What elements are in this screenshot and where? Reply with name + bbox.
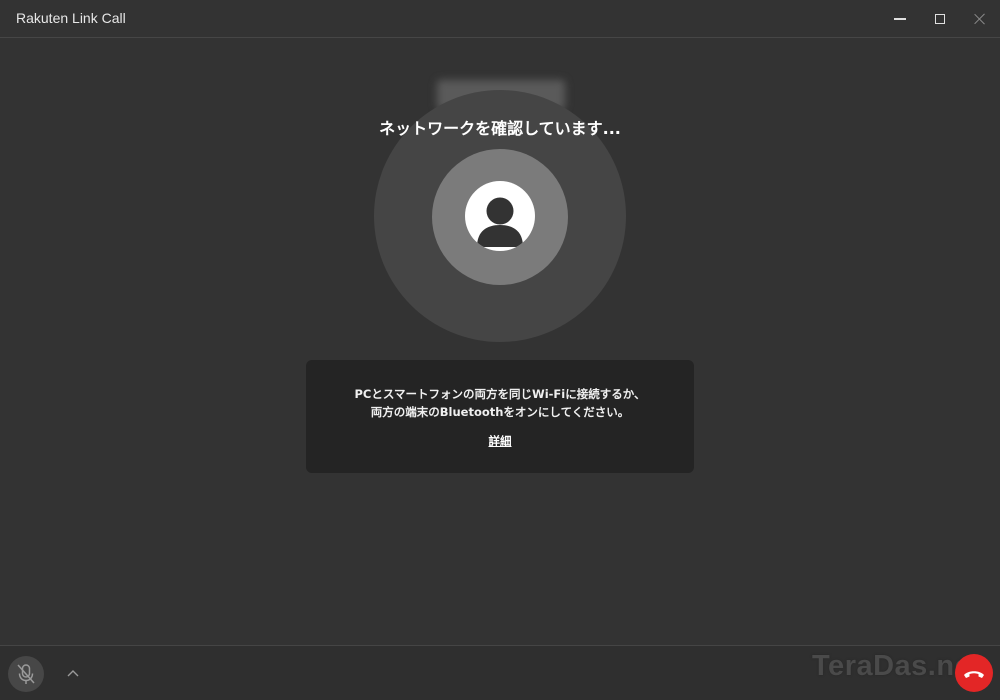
close-icon [974, 13, 986, 25]
call-status-text: ネットワークを確認しています... [379, 119, 621, 138]
window-title: Rakuten Link Call [16, 10, 126, 26]
mute-button[interactable] [8, 656, 44, 692]
info-message-line-1: PCとスマートフォンの両方を同じWi-Fiに接続するか、 [354, 387, 646, 401]
network-info-panel: PCとスマートフォンの両方を同じWi-Fiに接続するか、 両方の端末のBluet… [306, 360, 694, 473]
chevron-up-icon [67, 670, 79, 677]
call-controls-bar: TeraDas.net [0, 645, 1000, 700]
close-button[interactable] [960, 0, 1000, 38]
title-bar: Rakuten Link Call [0, 0, 1000, 38]
expand-controls-button[interactable] [60, 661, 86, 687]
person-icon [477, 197, 523, 247]
info-message-line-2: 両方の端末のBluetoothをオンにしてください。 [370, 405, 630, 419]
caller-avatar [465, 181, 535, 251]
minimize-button[interactable] [880, 0, 920, 38]
mic-muted-icon [17, 664, 35, 684]
details-link[interactable]: 詳細 [489, 434, 512, 448]
details-link-row: 詳細 [306, 433, 694, 449]
hangup-button[interactable] [955, 654, 993, 692]
phone-hangup-icon [964, 671, 984, 678]
minimize-icon [894, 18, 906, 20]
maximize-button[interactable] [920, 0, 960, 38]
maximize-icon [935, 14, 945, 24]
